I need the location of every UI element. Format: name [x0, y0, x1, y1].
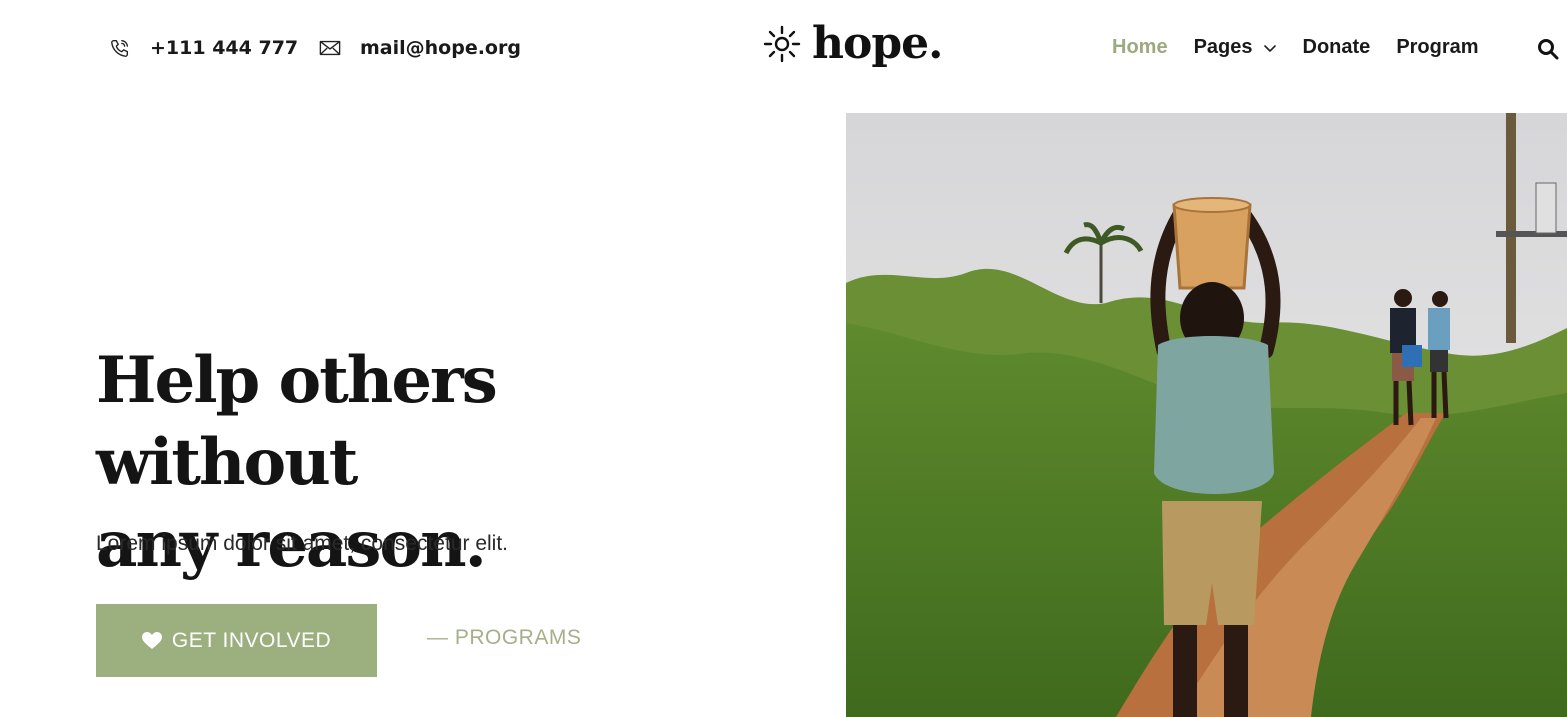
mail-icon [318, 36, 342, 60]
email-contact[interactable]: mail@hope.org [318, 36, 521, 60]
hero-image [846, 113, 1567, 717]
nav-label-pages: Pages [1193, 36, 1253, 58]
programs-link[interactable]: — PROGRAMS [427, 626, 581, 650]
phone-contact[interactable]: +111 444 777 [108, 36, 298, 60]
phone-number: +111 444 777 [150, 37, 299, 59]
nav-label-donate: Donate [1302, 36, 1371, 58]
email-address: mail@hope.org [360, 37, 521, 59]
nav-label-home: Home [1112, 36, 1168, 58]
phone-icon [108, 36, 132, 60]
sun-icon [763, 25, 801, 63]
nav-item-program[interactable]: Program [1396, 36, 1478, 59]
chevron-down-icon [1263, 44, 1276, 52]
hero-subtitle: Lorem ipsum dolor sit amet, consectetur … [96, 532, 509, 555]
nav-label-program: Program [1396, 36, 1479, 58]
logo-text: hope. [812, 18, 943, 69]
nav-item-donate[interactable]: Donate [1303, 36, 1371, 59]
main-nav: Home Pages Donate Program [1112, 36, 1505, 59]
get-involved-button[interactable]: GET INVOLVED [96, 604, 377, 677]
hero-title-line-1: Help others without [96, 343, 498, 500]
search-icon[interactable] [1537, 38, 1559, 60]
get-involved-label: GET INVOLVED [171, 628, 332, 652]
nav-item-pages[interactable]: Pages [1194, 36, 1277, 59]
site-logo[interactable]: hope. [762, 18, 943, 69]
heart-icon [141, 631, 162, 649]
nav-item-home[interactable]: Home [1112, 36, 1168, 59]
